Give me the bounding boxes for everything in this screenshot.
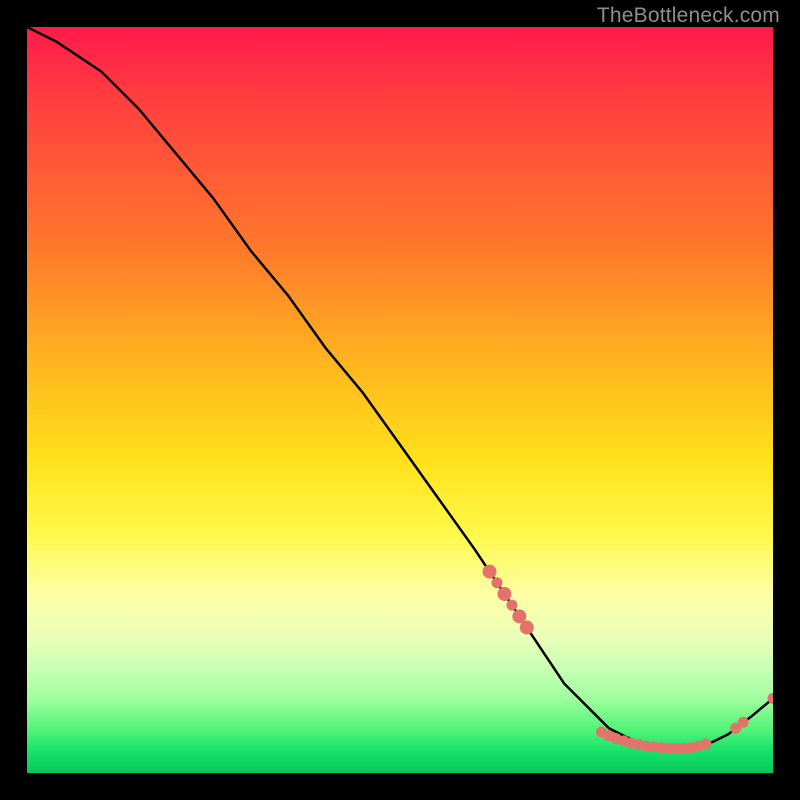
observed-point bbox=[506, 600, 517, 611]
watermark-text: TheBottleneck.com bbox=[597, 4, 780, 28]
observed-point bbox=[700, 738, 711, 749]
observed-points-group bbox=[483, 565, 773, 754]
observed-point bbox=[483, 565, 497, 579]
observed-point bbox=[738, 717, 749, 728]
chart-stage: TheBottleneck.com bbox=[0, 0, 800, 800]
observed-point bbox=[491, 577, 502, 588]
chart-svg bbox=[27, 27, 773, 773]
observed-point bbox=[497, 587, 511, 601]
chart-plot-area bbox=[27, 27, 773, 773]
observed-point bbox=[520, 621, 534, 635]
bottleneck-curve bbox=[27, 27, 773, 748]
